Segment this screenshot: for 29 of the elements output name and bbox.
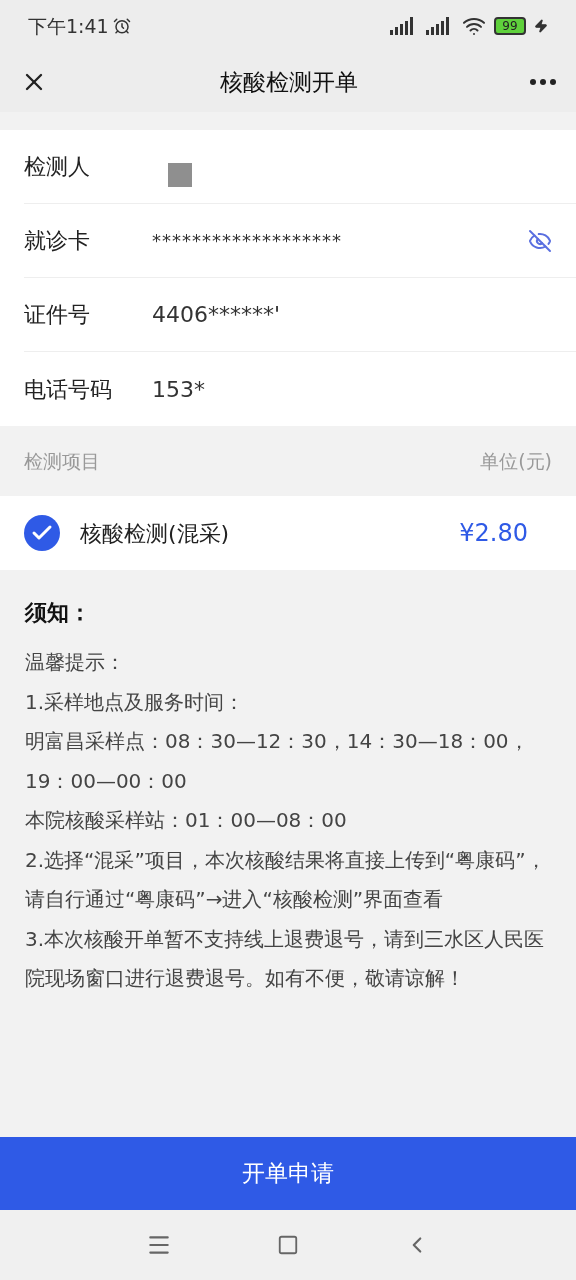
- alarm-icon: [112, 17, 131, 35]
- home-icon[interactable]: [277, 1234, 299, 1256]
- status-time: 下午1:41: [28, 13, 109, 39]
- charging-icon: [534, 19, 548, 33]
- column-header: 单位(元): [480, 448, 552, 474]
- notice-text: 明富昌采样点：08：30—12：30，14：30—18：00，19：00—00：00: [25, 728, 530, 795]
- field-label: 检测人: [24, 153, 91, 181]
- submit-button[interactable]: 开单申请: [0, 1137, 576, 1210]
- notice-text: 3.本次核酸开单暂不支持线上退费退号，请到三水区人民医院现场窗口进行退费退号。如有不便，敬请谅解！: [25, 925, 546, 992]
- checkbox[interactable]: [24, 515, 60, 551]
- column-header: 检测项目: [24, 448, 100, 474]
- notice-title: 须知：: [25, 599, 92, 627]
- notice-text: 2.选择“混采”项目，本次核酸结果将直接上传到“粤康码”，请自行通过“粤康码”→进入“核酸检测”界面查看: [25, 846, 547, 913]
- field-value: 153*: [152, 375, 206, 404]
- field-label: 电话号码: [24, 375, 113, 404]
- field-value: 4406******': [152, 301, 282, 329]
- battery-icon: 99: [494, 17, 526, 35]
- more-icon: [530, 79, 556, 85]
- field-label: 就诊卡: [24, 227, 91, 255]
- item-name: 核酸检测(混采): [80, 519, 231, 548]
- notice-text: 温馨提示：: [25, 649, 126, 676]
- field-value: *******************: [152, 229, 343, 253]
- field-label: 证件号: [24, 301, 91, 329]
- redaction-block: [168, 162, 192, 187]
- item-price: ¥2.80: [459, 518, 528, 549]
- notice-text: 本院核酸采样站：01：00—08：00: [25, 807, 348, 834]
- eye-off-icon[interactable]: [528, 228, 552, 253]
- notice-text: 1.采样地点及服务时间：: [25, 688, 246, 716]
- page-title: 核酸检测开单: [220, 67, 358, 97]
